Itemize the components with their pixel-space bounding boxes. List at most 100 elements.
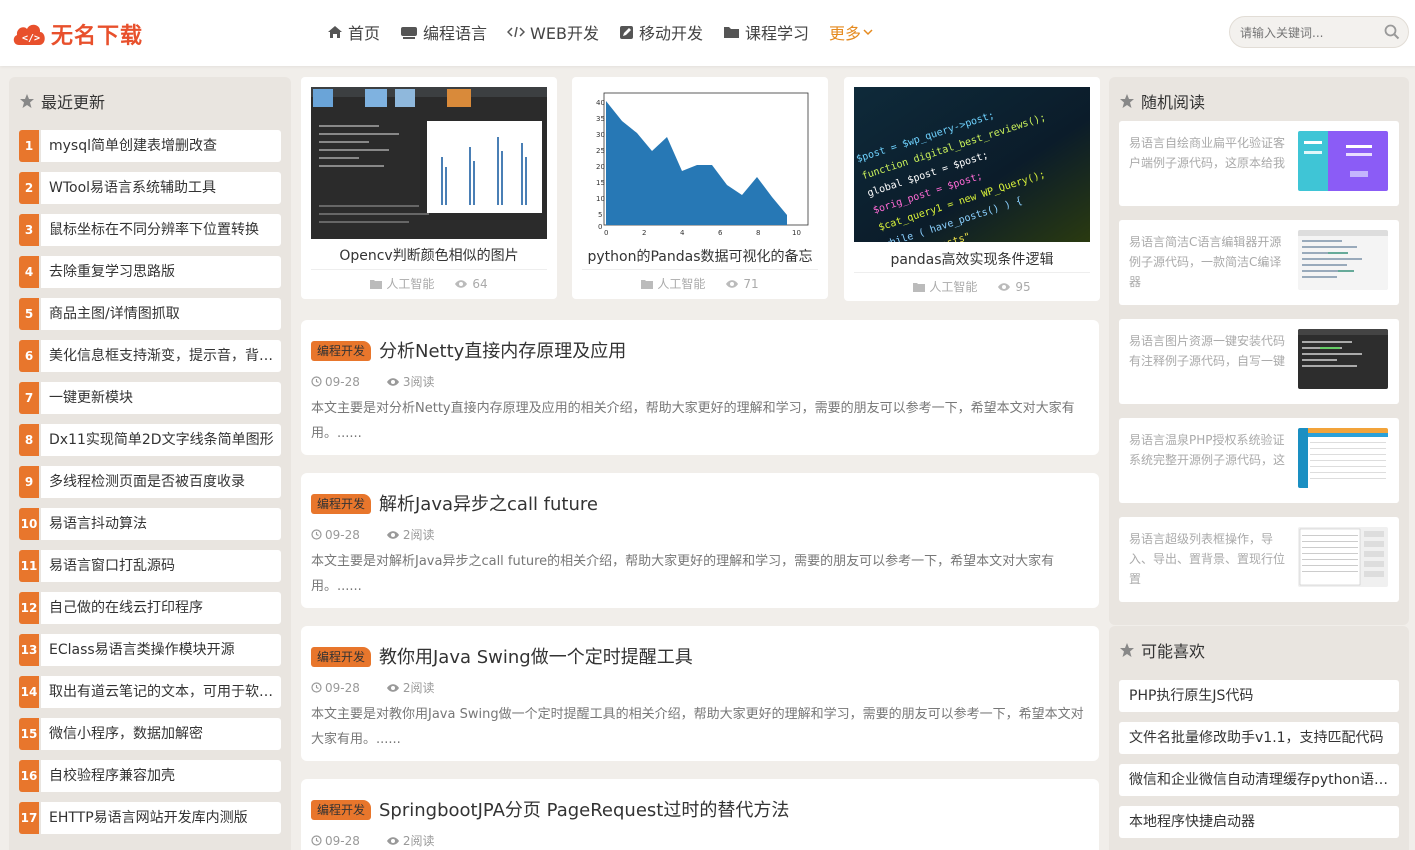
list-item[interactable]: 9 多线程检测页面是否被百度收录 [19,466,281,498]
list-item-label[interactable]: 一键更新模块 [41,382,281,414]
card-category[interactable]: 人工智能 [370,275,434,292]
card-title[interactable]: Opencv判断颜色相似的图片 [301,245,557,265]
list-item[interactable]: 本地程序快捷启动器 [1119,806,1399,838]
list-item-label[interactable]: 取出有道云笔记的文本，可用于软件公告 [41,676,281,708]
card-category[interactable]: 人工智能 [913,278,977,295]
list-item[interactable]: 3 鼠标坐标在不同分辨率下位置转换 [19,214,281,246]
list-item-label[interactable]: 鼠标坐标在不同分辨率下位置转换 [41,214,281,246]
list-item-label[interactable]: 自己做的在线云打印程序 [41,592,281,624]
card-divider [311,269,547,270]
eye-icon [386,836,399,845]
svg-text:40: 40 [596,99,605,107]
list-item-label[interactable]: mysql简单创建表增删改查 [41,130,281,162]
list-item-label[interactable]: Dx11实现简单2D文字线条简单图形 [41,424,281,456]
random-item[interactable]: 易语言简洁C语言编辑器开源例子源代码，一款简洁C编译器 [1119,220,1399,305]
list-item-label[interactable]: 自校验程序兼容加壳 [41,760,281,792]
list-item[interactable]: 5 商品主图/详情图抓取 [19,298,281,330]
article-title[interactable]: 解析Java异步之call future [379,490,598,516]
random-item-thumbnail[interactable] [1298,428,1388,488]
list-item[interactable]: 微信和企业微信自动清理缓存python语言实现 [1119,764,1399,796]
featured-card[interactable]: 40 35 30 25 20 15 10 5 0 0 2 4 6 8 10 python的Pandas数据… [572,77,828,299]
list-item-label[interactable]: 易语言窗口打乱源码 [41,550,281,582]
random-item-thumbnail[interactable] [1298,131,1388,191]
nav-web[interactable]: WEB开发 [507,18,599,46]
svg-text:6: 6 [718,229,723,237]
random-item-text[interactable]: 易语言自绘商业扁平化验证客户端例子源代码，这原本给我 [1129,133,1287,193]
star-icon [1120,94,1134,108]
list-item-label[interactable]: 美化信息框支持渐变，提示音，背景图 [41,340,281,372]
card-title[interactable]: pandas高效实现条件逻辑 [844,249,1100,269]
random-item-thumbnail[interactable] [1298,527,1388,587]
list-item[interactable]: 17 EHTTP易语言网站开发库内测版 [19,802,281,834]
article-title[interactable]: 教你用Java Swing做一个定时提醒工具 [379,643,693,669]
random-item[interactable]: 易语言自绘商业扁平化验证客户端例子源代码，这原本给我 [1119,121,1399,206]
card-title[interactable]: python的Pandas数据可视化的备忘 [572,246,828,266]
list-item-label[interactable]: 易语言抖动算法 [41,508,281,540]
card-category[interactable]: 人工智能 [641,275,705,292]
list-item[interactable]: 7 一键更新模块 [19,382,281,414]
list-item[interactable]: 8 Dx11实现简单2D文字线条简单图形 [19,424,281,456]
list-item-label[interactable]: EClass易语言类操作模块开源 [41,634,281,666]
svg-text:5: 5 [598,211,602,219]
list-item-label[interactable]: 多线程检测页面是否被百度收录 [41,466,281,498]
card-category-label: 人工智能 [386,277,435,291]
card-thumbnail-code-photo[interactable]: $post = $wp_query->post; function digita… [854,87,1090,242]
article-category-badge[interactable]: 编程开发 [311,800,372,820]
nav-programming[interactable]: 编程语言 [400,18,487,46]
article-title[interactable]: 分析Netty直接内存原理及应用 [379,337,626,363]
random-item-text[interactable]: 易语言温泉PHP授权系统验证系统完整开源例子源代码，这 [1129,430,1287,490]
search-input[interactable] [1240,24,1380,42]
search-icon[interactable] [1384,24,1400,44]
article-category-badge[interactable]: 编程开发 [311,341,372,361]
random-item-text[interactable]: 易语言超级列表框操作，导入、导出、置背景、置现行位置 [1129,529,1287,589]
list-item-label[interactable]: 商品主图/详情图抓取 [41,298,281,330]
rank-number: 9 [19,466,39,498]
star-icon [20,94,34,108]
list-item[interactable]: 11 易语言窗口打乱源码 [19,550,281,582]
list-item-label[interactable]: EHTTP易语言网站开发库内测版 [41,802,281,834]
folder-icon [370,279,383,289]
eye-icon [386,683,399,692]
nav-more[interactable]: 更多 [829,18,873,46]
random-item-text[interactable]: 易语言简洁C语言编辑器开源例子源代码，一款简洁C编译器 [1129,232,1287,292]
article-summary: 本文主要是对教你用Java Swing做一个定时提醒工具的相关介绍，帮助大家更好… [311,707,1084,747]
card-thumbnail-opencv[interactable] [311,87,547,239]
list-item[interactable]: 14 取出有道云笔记的文本，可用于软件公告 [19,676,281,708]
list-item-label[interactable]: 微信小程序，数据加解密 [41,718,281,750]
article-category-badge[interactable]: 编程开发 [311,647,372,667]
list-item[interactable]: PHP执行原生JS代码 [1119,680,1399,712]
list-item[interactable]: 13 EClass易语言类操作模块开源 [19,634,281,666]
nav-courses-label: 课程学习 [744,24,809,43]
card-thumbnail-pandas-chart[interactable]: 40 35 30 25 20 15 10 5 0 0 2 4 6 8 10 [582,87,818,239]
list-item[interactable]: 15 微信小程序，数据加解密 [19,718,281,750]
list-item[interactable]: 4 去除重复学习思路版 [19,256,281,288]
card-category-label: 人工智能 [657,277,706,291]
random-item-thumbnail[interactable] [1298,230,1388,290]
list-item[interactable]: 1 mysql简单创建表增删改查 [19,130,281,162]
list-item-label[interactable]: WTool易语言系统辅助工具 [41,172,281,204]
nav-mobile[interactable]: 移动开发 [619,18,703,46]
random-item-thumbnail[interactable] [1298,329,1388,389]
random-item[interactable]: 易语言超级列表框操作，导入、导出、置背景、置现行位置 [1119,517,1399,602]
list-item[interactable]: 6 美化信息框支持渐变，提示音，背景图 [19,340,281,372]
eye-icon [386,377,399,386]
list-item[interactable]: 文件名批量修改助手v1.1，支持匹配代码 [1119,722,1399,754]
nav-courses[interactable]: 课程学习 [723,18,809,46]
featured-card[interactable]: $post = $wp_query->post; function digita… [844,77,1100,301]
random-item-text[interactable]: 易语言图片资源一键安装代码有注释例子源代码，自写一键 [1129,331,1287,391]
site-logo[interactable]: </> 无名下载 [11,18,143,50]
list-item[interactable]: 12 自己做的在线云打印程序 [19,592,281,624]
nav-web-label: WEB开发 [530,24,599,43]
list-item-label[interactable]: 去除重复学习思路版 [41,256,281,288]
list-item[interactable]: 10 易语言抖动算法 [19,508,281,540]
article-category-badge[interactable]: 编程开发 [311,494,372,514]
edit-icon [619,25,633,39]
featured-card[interactable]: Opencv判断颜色相似的图片 人工智能 64 [301,77,557,299]
list-item[interactable]: 2 WTool易语言系统辅助工具 [19,172,281,204]
article-title[interactable]: SpringbootJPA分页 PageRequest过时的替代方法 [379,796,789,822]
random-item[interactable]: 易语言图片资源一键安装代码有注释例子源代码，自写一键 [1119,319,1399,404]
nav-mobile-label: 移动开发 [638,24,703,43]
random-item[interactable]: 易语言温泉PHP授权系统验证系统完整开源例子源代码，这 [1119,418,1399,503]
nav-home[interactable]: 首页 [327,18,380,46]
list-item[interactable]: 16 自校验程序兼容加壳 [19,760,281,792]
